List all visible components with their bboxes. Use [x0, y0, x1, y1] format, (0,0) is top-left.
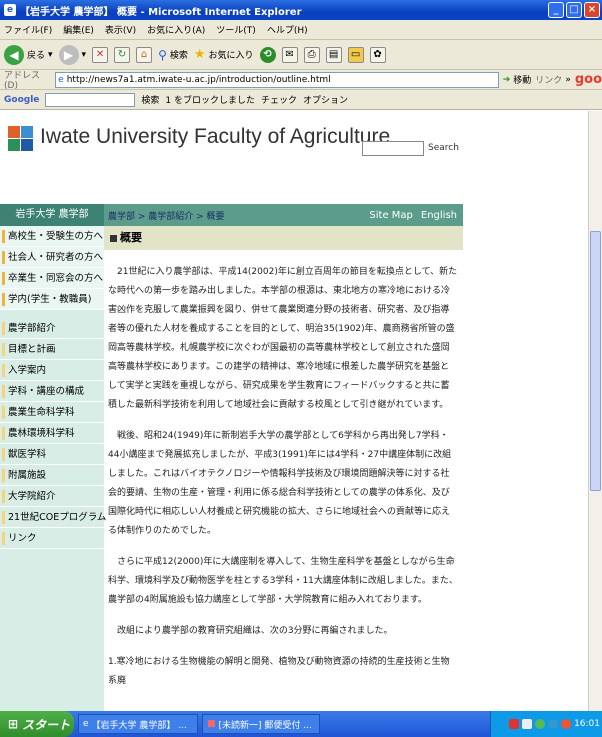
sidebar-item-intro[interactable]: 農学部紹介	[0, 318, 104, 339]
minimize-button[interactable]: _	[548, 2, 564, 18]
site-title: Iwate University Faculty of Agriculture	[40, 125, 391, 148]
sidebar-item-internal[interactable]: 学内(学生・教職員)	[0, 289, 104, 310]
menu-view[interactable]: 表示(V)	[105, 23, 136, 36]
site-header: Iwate University Faculty of Agriculture …	[0, 119, 463, 159]
print-icon[interactable]: ⎙	[303, 46, 320, 63]
back-arrow-icon: ◀	[4, 44, 24, 65]
menu-help[interactable]: ヘルプ(H)	[267, 23, 308, 36]
maximize-button[interactable]: □	[566, 2, 582, 18]
paragraph: さらに平成12(2000)年に大講座制を導入して、生物生産科学を基盤としながら生…	[108, 557, 458, 605]
sidebar: 高校生・受験生の方へ 社会人・研究者の方へ 卒業生・同窓会の方へ 学内(学生・教…	[0, 226, 106, 711]
stop-icon[interactable]: ✕	[92, 46, 109, 63]
google-logo[interactable]: Google	[4, 95, 39, 105]
google-search-input[interactable]	[45, 92, 136, 107]
start-button[interactable]: ⊞ スタート	[0, 711, 74, 737]
favorites-button[interactable]: ★ お気に入り	[194, 47, 254, 62]
sidebar-item-departments[interactable]: 学科・講座の構成	[0, 381, 104, 402]
goo-logo: goo	[574, 72, 602, 87]
sidebar-item-facilities[interactable]: 附属施設	[0, 465, 104, 486]
menu-file[interactable]: ファイル(F)	[4, 23, 52, 36]
sidebar-item-goals[interactable]: 目標と計画	[0, 339, 104, 360]
system-tray: 16:01	[490, 711, 602, 737]
section-heading: 概要	[104, 226, 463, 250]
menu-favorites[interactable]: お気に入り(A)	[147, 23, 205, 36]
nav-home[interactable]: 岩手大学 農学部	[0, 204, 104, 226]
sidebar-item-graduate[interactable]: 大学院紹介	[0, 486, 104, 507]
taskbar-item-browser[interactable]: e 【岩手大学 農学部】 ...	[78, 714, 198, 734]
ie-window: e 【岩手大学 農学部】 概要 - Microsoft Internet Exp…	[0, 0, 602, 737]
address-bar: アドレス(D) e http://news7a1.atm.iwate-u.ac.…	[0, 70, 602, 91]
taskbar-item-mail[interactable]: ■ [未読新一] 郵便受付 ...	[202, 714, 320, 734]
site-search-input[interactable]	[362, 141, 424, 156]
breadcrumb[interactable]: 農学部 > 農学部紹介 > 概要	[108, 209, 225, 222]
address-label: アドレス(D)	[4, 71, 41, 91]
standard-toolbar: ◀ 戻る ▾ ▶ ▾ ✕ ↻ ⌂ ⚲ 検索 ★ お気に入り ⟲ ✉ ⎙ ▤ ▭ ✿	[0, 40, 602, 70]
folder-icon[interactable]: ▭	[347, 46, 364, 63]
tray-icon[interactable]	[561, 719, 572, 729]
mail-icon: ■	[207, 719, 216, 729]
spellcheck-button[interactable]: チェック	[261, 93, 297, 106]
site-search-button[interactable]: Search	[428, 143, 459, 153]
page-content: Iwate University Faculty of Agriculture …	[0, 111, 588, 711]
google-search-button[interactable]: 検索	[141, 93, 159, 106]
sitemap-link[interactable]: Site Map	[369, 210, 412, 221]
popup-blocker-status[interactable]: 1 をブロックしました	[165, 93, 255, 106]
options-button[interactable]: オプション	[303, 93, 348, 106]
menu-edit[interactable]: 編集(E)	[63, 23, 94, 36]
tray-icon[interactable]	[509, 719, 520, 729]
tray-icon[interactable]	[522, 719, 533, 729]
site-nav-bar: 岩手大学 農学部 農学部 > 農学部紹介 > 概要 Site Map Engli…	[0, 204, 463, 226]
window-title: 【岩手大学 農学部】 概要 - Microsoft Internet Explo…	[20, 6, 302, 18]
sidebar-item-coe[interactable]: 21世紀COEプログラム	[0, 507, 106, 528]
close-button[interactable]: ×	[584, 2, 600, 18]
tray-icon[interactable]	[548, 719, 559, 729]
ie-icon: e	[83, 719, 89, 729]
paragraph: 改組により農学部の教育研究組織は、次の3分野に再編されました。	[117, 626, 393, 636]
tray-icon[interactable]	[535, 719, 546, 729]
heading-square-icon	[110, 234, 117, 242]
search-icon: ⚲	[158, 47, 167, 62]
paragraph: 戦後、昭和24(1949)年に新制岩手大学の農学部として6学科から再出発し7学科…	[108, 431, 452, 536]
sidebar-item-admission[interactable]: 入学案内	[0, 360, 104, 381]
paragraph: 1.寒冷地における生物機能の解明と開発、植物及び動物資源の持続的生産技術と生物系…	[108, 657, 450, 686]
mail-icon[interactable]: ✉	[281, 46, 298, 63]
messenger-icon[interactable]: ✿	[369, 46, 386, 63]
sidebar-item-agri-life[interactable]: 農業生命科学科	[0, 402, 104, 423]
search-button[interactable]: ⚲ 検索	[158, 48, 188, 62]
university-logo-icon	[8, 126, 33, 151]
sidebar-item-forest-env[interactable]: 農林環境科学科	[0, 423, 104, 444]
menu-tools[interactable]: ツール(T)	[216, 23, 256, 36]
taskbar: ⊞ スタート e 【岩手大学 農学部】 ... ■ [未読新一] 郵便受付 ... 1…	[0, 711, 602, 737]
clock: 16:01	[574, 719, 600, 729]
sidebar-item-alumni[interactable]: 卒業生・同窓会の方へ	[0, 268, 104, 289]
star-icon: ★	[193, 47, 206, 62]
address-input[interactable]: e http://news7a1.atm.iwate-u.ac.jp/intro…	[55, 71, 499, 88]
links-button[interactable]: リンク »	[535, 73, 571, 87]
english-link[interactable]: English	[421, 210, 457, 221]
home-icon[interactable]: ⌂	[136, 46, 153, 63]
windows-logo-icon: ⊞	[8, 717, 19, 731]
go-button[interactable]: ➔ 移動	[502, 73, 532, 87]
refresh-icon[interactable]: ↻	[114, 46, 131, 63]
forward-button[interactable]: ▶ ▾	[58, 44, 86, 65]
article-body: 21世紀に入り農学部は、平成14(2002)年に創立百周年の節目を転換点として、…	[108, 263, 458, 703]
page-icon: e	[58, 74, 64, 85]
title-bar: e 【岩手大学 農学部】 概要 - Microsoft Internet Exp…	[0, 0, 602, 20]
history-icon[interactable]: ⟲	[259, 46, 276, 63]
edit-icon[interactable]: ▤	[325, 46, 342, 63]
sidebar-item-veterinary[interactable]: 獣医学科	[0, 444, 104, 465]
google-toolbar: Google 検索 1 をブロックしました チェック オプション	[0, 90, 602, 110]
go-arrow-icon: ➔	[502, 74, 511, 85]
paragraph: 21世紀に入り農学部は、平成14(2002)年に創立百周年の節目を転換点として、…	[108, 267, 458, 410]
sidebar-item-students[interactable]: 高校生・受験生の方へ	[0, 226, 104, 247]
scrollbar-thumb[interactable]	[590, 231, 601, 491]
forward-arrow-icon: ▶	[58, 44, 79, 65]
menu-bar: ファイル(F) 編集(E) 表示(V) お気に入り(A) ツール(T) ヘルプ(…	[0, 20, 602, 40]
back-button[interactable]: ◀ 戻る ▾	[4, 44, 53, 65]
sidebar-item-links[interactable]: リンク	[0, 528, 104, 549]
sidebar-item-researchers[interactable]: 社会人・研究者の方へ	[0, 247, 104, 268]
vertical-scrollbar[interactable]	[588, 111, 602, 711]
ie-icon: e	[4, 4, 16, 16]
address-url: http://news7a1.atm.iwate-u.ac.jp/introdu…	[66, 74, 331, 85]
